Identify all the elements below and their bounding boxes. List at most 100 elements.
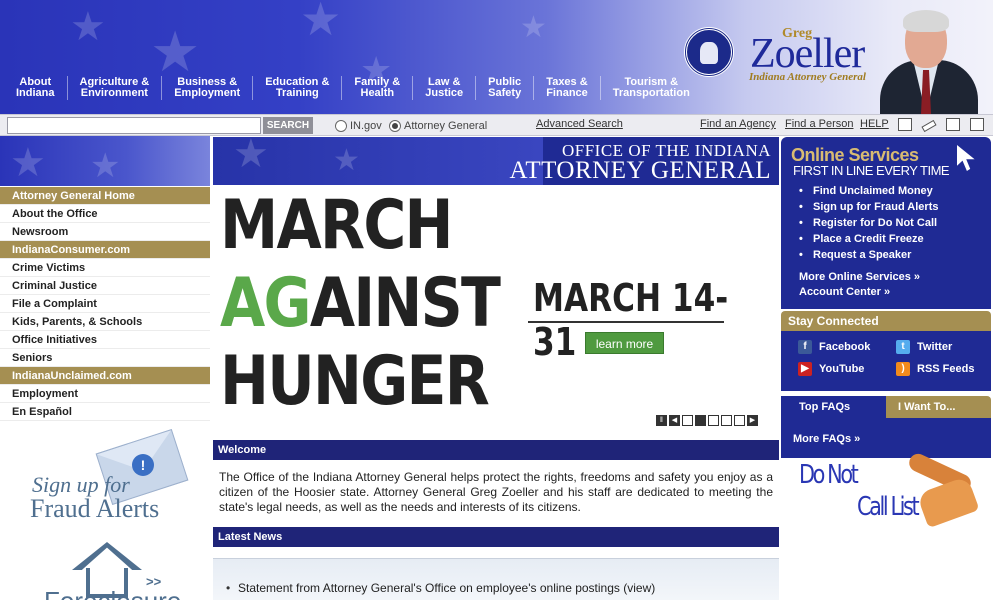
facebook-icon: f	[798, 340, 812, 354]
online-services-panel: Online Services FIRST IN LINE EVERY TIME…	[781, 137, 991, 309]
left-nav-seniors[interactable]: Seniors	[0, 349, 210, 367]
star-decoration-icon: ★	[10, 140, 46, 186]
hero-line2: AGAINST	[220, 270, 501, 338]
dnc-line1: Do Not	[799, 460, 859, 490]
twitter-icon: t	[896, 340, 910, 354]
more-online-services-link[interactable]: More Online Services »	[799, 271, 920, 283]
online-services-subtitle: FIRST IN LINE EVERY TIME	[793, 163, 950, 178]
nav-law-justice[interactable]: Law & Justice	[412, 76, 475, 100]
search-button[interactable]: SEARCH	[263, 117, 313, 134]
dnc-line2: Call List	[857, 492, 920, 522]
print-icon[interactable]	[970, 118, 984, 131]
nav-taxes-finance[interactable]: Taxes & Finance	[533, 76, 600, 100]
search-input[interactable]	[7, 117, 261, 134]
house-icon	[72, 542, 142, 598]
more-faqs-link[interactable]: More FAQs »	[793, 433, 860, 445]
star-decoration-icon: ★	[520, 10, 547, 45]
slide-dot-active[interactable]	[695, 415, 706, 426]
online-do-not-call[interactable]: Register for Do Not Call	[799, 215, 939, 231]
left-nav-kids-parents-schools[interactable]: Kids, Parents, & Schools	[0, 313, 210, 331]
hero-line3: HUNGER	[220, 342, 490, 421]
hero-slideshow[interactable]: MARCH AGAINST HUNGER MARCH 14-31 learn m…	[213, 186, 779, 436]
bookmark-icon[interactable]	[946, 118, 960, 131]
faq-panel: More FAQs »	[781, 418, 991, 458]
latest-news-list: Statement from Attorney General's Office…	[213, 558, 779, 600]
nav-family-health[interactable]: Family & Health	[341, 76, 412, 100]
cursor-icon	[957, 145, 975, 171]
star-decoration-icon: ★	[70, 4, 106, 50]
star-decoration-icon: ★	[90, 146, 121, 186]
left-nav-en-espanol[interactable]: En Español	[0, 403, 210, 421]
left-nav-office-initiatives[interactable]: Office Initiatives	[0, 331, 210, 349]
faq-tabs: Top FAQs I Want To...	[781, 396, 991, 418]
radio-attorney-general[interactable]	[389, 120, 401, 132]
youtube-link[interactable]: ▶ YouTube	[798, 362, 864, 376]
rss-icon: )	[896, 362, 910, 376]
slide-dot[interactable]	[734, 415, 745, 426]
ag-title: Indiana Attorney General	[749, 71, 866, 83]
online-find-unclaimed-money[interactable]: Find Unclaimed Money	[799, 183, 939, 199]
left-nav-criminal-justice[interactable]: Criminal Justice	[0, 277, 210, 295]
slide-dot[interactable]	[708, 415, 719, 426]
find-person-link[interactable]: Find a Person	[785, 118, 853, 130]
edit-icon[interactable]	[921, 119, 937, 133]
slide-dot[interactable]	[682, 415, 693, 426]
facebook-link[interactable]: f Facebook	[798, 340, 870, 354]
office-title-line2: ATTORNEY GENERAL	[509, 157, 771, 184]
welcome-text: The Office of the Indiana Attorney Gener…	[219, 470, 773, 514]
left-nav-newsroom[interactable]: Newsroom	[0, 223, 210, 241]
learn-more-button[interactable]: learn more	[585, 332, 664, 354]
left-nav-employment[interactable]: Employment	[0, 385, 210, 403]
slide-dot[interactable]	[721, 415, 732, 426]
online-request-speaker[interactable]: Request a Speaker	[799, 247, 939, 263]
online-credit-freeze[interactable]: Place a Credit Freeze	[799, 231, 939, 247]
twitter-link[interactable]: t Twitter	[896, 340, 952, 354]
account-center-link[interactable]: Account Center »	[799, 286, 890, 298]
stay-connected-header: Stay Connected	[781, 311, 991, 331]
fraud-alerts-promo[interactable]: ! Sign up for Fraud Alerts	[0, 428, 210, 528]
radio-ingov[interactable]	[335, 120, 347, 132]
help-link[interactable]: HELP	[860, 118, 889, 130]
left-nav-indiana-consumer[interactable]: IndianaConsumer.com	[0, 241, 210, 259]
online-fraud-alerts[interactable]: Sign up for Fraud Alerts	[799, 199, 939, 215]
email-icon[interactable]	[898, 118, 912, 131]
search-bar: SEARCH IN.gov Attorney General Advanced …	[0, 114, 993, 136]
prev-icon[interactable]: ◀	[669, 415, 680, 426]
next-icon[interactable]: ▶	[747, 415, 758, 426]
hero-line2-rest: AINST	[309, 264, 501, 343]
radio-attorney-general-label: Attorney General	[404, 120, 488, 132]
left-nav-about-office[interactable]: About the Office	[0, 205, 210, 223]
welcome-header: Welcome	[213, 440, 779, 460]
pause-icon[interactable]: ‖	[656, 415, 667, 426]
advanced-search-link[interactable]: Advanced Search	[536, 118, 623, 130]
exclamation-icon: !	[132, 454, 154, 476]
nav-business-employment[interactable]: Business & Employment	[161, 76, 252, 100]
left-nav-crime-victims[interactable]: Crime Victims	[0, 259, 210, 277]
foreclosure-promo[interactable]: >> Foreclosure	[0, 540, 210, 600]
left-nav-attorney-general-home[interactable]: Attorney General Home	[0, 187, 210, 205]
nav-public-safety[interactable]: Public Safety	[475, 76, 533, 100]
main-nav: About Indiana Agriculture & Environment Bu…	[0, 76, 702, 102]
nav-agriculture-environment[interactable]: Agriculture & Environment	[66, 76, 162, 100]
state-seal-icon	[684, 27, 734, 77]
office-banner: ★ ★ OFFICE OF THE INDIANA ATTORNEY GENER…	[213, 137, 779, 185]
nav-tourism-transportation[interactable]: Tourism & Transportation	[599, 76, 702, 100]
left-nav-file-complaint[interactable]: File a Complaint	[0, 295, 210, 313]
find-agency-link[interactable]: Find an Agency	[700, 118, 776, 130]
news-item[interactable]: Statement from Attorney General's Office…	[226, 581, 655, 595]
left-nav: Attorney General Home About the Office N…	[0, 187, 210, 421]
rss-link[interactable]: ) RSS Feeds	[896, 362, 974, 376]
do-not-call-promo[interactable]: Do Not Call List	[781, 450, 991, 530]
left-nav-indiana-unclaimed[interactable]: IndianaUnclaimed.com	[0, 367, 210, 385]
nav-education-training[interactable]: Education & Training	[252, 76, 341, 100]
radio-ingov-label: IN.gov	[350, 120, 382, 132]
youtube-icon: ▶	[798, 362, 812, 376]
left-banner: ★ ★	[0, 136, 210, 186]
tab-top-faqs[interactable]: Top FAQs	[781, 396, 886, 418]
hero-ag-highlight: AG	[220, 264, 312, 343]
star-decoration-icon: ★	[233, 137, 269, 177]
slideshow-controls: ‖ ◀ ▶	[656, 415, 758, 426]
star-decoration-icon: ★	[300, 0, 342, 46]
tab-i-want-to[interactable]: I Want To...	[886, 396, 991, 418]
nav-about-indiana[interactable]: About Indiana	[0, 76, 67, 100]
